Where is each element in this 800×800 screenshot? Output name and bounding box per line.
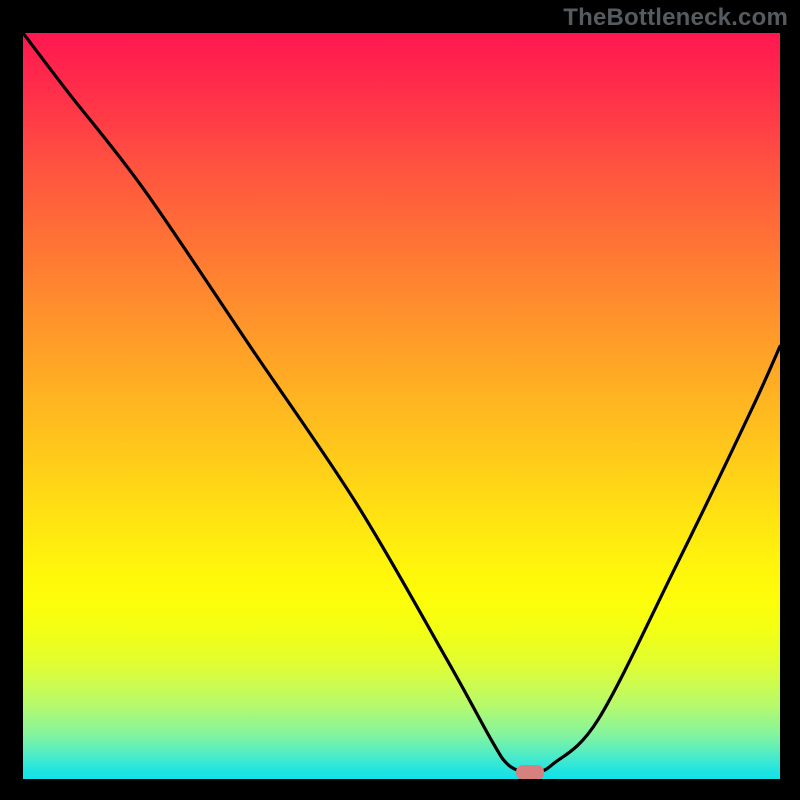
- bottleneck-curve: [23, 33, 780, 779]
- plot-area: [23, 33, 780, 779]
- optimal-marker: [516, 765, 544, 779]
- watermark-text: TheBottleneck.com: [563, 4, 788, 32]
- outer-frame: TheBottleneck.com: [0, 0, 800, 800]
